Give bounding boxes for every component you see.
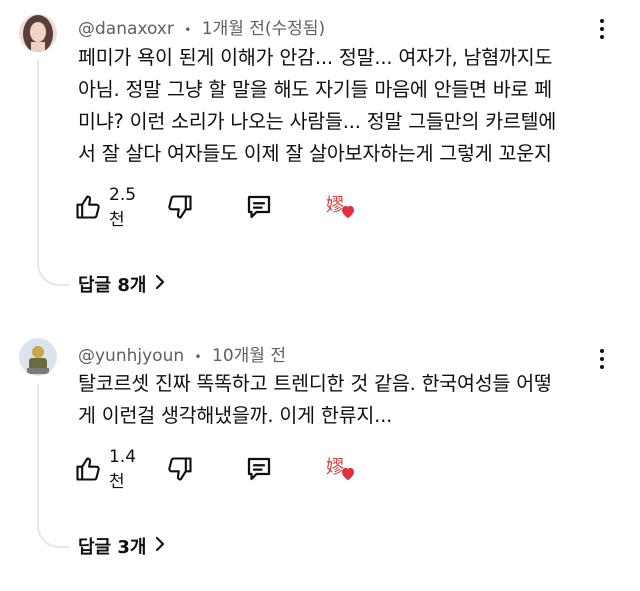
dislike-icon [166,455,194,483]
heart-icon [340,204,356,223]
heart-icon [340,466,356,485]
comment-time: 10개월 전 [212,346,286,366]
reply-thread-line [37,60,69,286]
chevron-right-icon [154,274,166,295]
meta-separator: • [184,23,192,37]
meta-separator: • [194,350,202,364]
view-replies-button[interactable]: 답글 3개 [78,533,166,559]
author-handle[interactable]: @danaxoxr [78,19,174,39]
author-handle[interactable]: @yunhjyoun [78,346,184,366]
like-icon [74,193,102,221]
replies-label: 답글 3개 [78,537,147,558]
creator-heart[interactable]: 嫪 [326,190,360,224]
creator-heart[interactable]: 嫪 [326,452,360,486]
comment-meta: @danaxoxr • 1개월 전(수정됨) [78,14,325,39]
replies-label: 답글 8개 [78,275,147,296]
reply-button[interactable] [244,452,274,486]
comment-meta: @yunhjyoun • 10개월 전 [78,341,286,366]
comment-text: 페미가 욕이 된게 이해가 안감... 정말... 여자가, 남혐까지도 아님.… [78,46,557,165]
reply-thread-line [37,384,69,548]
dislike-button[interactable] [166,190,194,224]
comment-text: 탈코르셋 진짜 똑똑하고 트렌디한 것 같음. 한국여성들 어떻 게 이런걸 생… [78,372,552,427]
avatar[interactable] [19,14,57,52]
like-count: 1.4천 [109,446,137,492]
reply-button[interactable] [244,190,274,224]
chevron-right-icon [154,536,166,557]
reply-icon [244,454,274,484]
more-vert-icon[interactable] [594,14,610,44]
reply-icon [244,192,274,222]
view-replies-button[interactable]: 답글 8개 [78,271,166,297]
like-icon [74,455,102,483]
dislike-button[interactable] [166,452,194,486]
avatar[interactable] [19,338,57,376]
like-button[interactable]: 2.5천 [74,185,136,230]
comment-time: 1개월 전(수정됨) [201,19,326,39]
like-button[interactable]: 1.4천 [74,447,136,492]
like-count: 2.5천 [109,184,137,230]
dislike-icon [166,193,194,221]
